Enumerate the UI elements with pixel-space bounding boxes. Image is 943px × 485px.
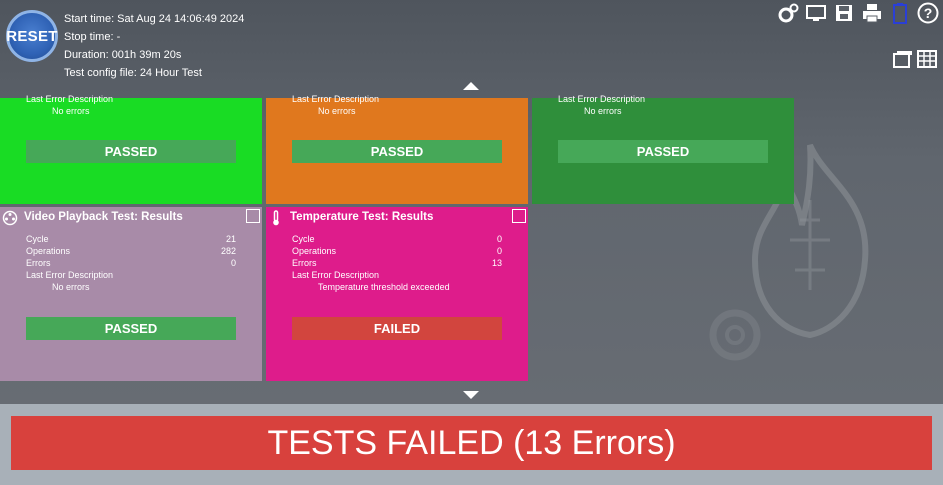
popout-icon[interactable] (512, 209, 526, 223)
battery-icon (889, 2, 911, 24)
window-view-icon[interactable] (893, 50, 913, 73)
footer: TESTS FAILED (13 Errors) (0, 404, 943, 485)
save-icon[interactable] (833, 2, 855, 24)
err-desc-label: Last Error Description (26, 270, 114, 280)
err-desc-label: Last Error Description (26, 94, 114, 104)
help-icon[interactable]: ? (917, 2, 939, 24)
tile-title: Video Playback Test: Results (24, 211, 183, 223)
errors-row: Errors 0 (26, 258, 236, 268)
svg-text:?: ? (924, 5, 933, 21)
err-desc-value: No errors (584, 106, 622, 116)
temperature-tile: Temperature Test: Results Cycle 0 Operati… (266, 207, 528, 381)
err-desc-label: Last Error Description (558, 94, 646, 104)
gear-decoration-icon (709, 309, 761, 361)
start-time: Start time: Sat Aug 24 14:06:49 2024 (64, 13, 245, 25)
errors-row: Errors 13 (292, 258, 502, 268)
status-passed: PASSED (26, 140, 236, 163)
tile-title: Temperature Test: Results (290, 211, 434, 223)
status-passed: PASSED (292, 140, 502, 163)
cycle-row: Cycle 21 (26, 234, 236, 244)
cycle-row: Cycle 0 (292, 234, 502, 244)
scroll-up-arrow[interactable] (463, 82, 479, 90)
scroll-down-arrow[interactable] (463, 391, 479, 399)
err-desc-label: Last Error Description (292, 94, 380, 104)
err-desc-value: No errors (318, 106, 356, 116)
operations-row: Operations 282 (26, 246, 236, 256)
grid-view-icon[interactable] (917, 50, 937, 73)
monitor-icon[interactable] (805, 2, 827, 24)
reset-button[interactable]: RESET (6, 10, 58, 62)
err-desc-value: No errors (52, 106, 90, 116)
stop-time: Stop time: - (64, 31, 121, 43)
tile-top-3: Last Error Description No errors PASSED (532, 94, 794, 204)
print-icon[interactable] (861, 2, 883, 24)
tile-top-1: Last Error Description No errors PASSED (0, 94, 262, 204)
err-desc-value: No errors (52, 282, 90, 292)
status-passed: PASSED (26, 317, 236, 340)
video-playback-tile: Video Playback Test: Results Cycle 21 Ope… (0, 207, 262, 381)
duration: Duration: 001h 39m 20s (64, 49, 182, 61)
err-desc-value: Temperature threshold exceeded (318, 282, 450, 292)
view-tools (893, 50, 937, 73)
tests-failed-banner: TESTS FAILED (13 Errors) (11, 416, 932, 470)
operations-row: Operations 0 (292, 246, 502, 256)
tile-top-2: Last Error Description No errors PASSED (266, 94, 528, 204)
popout-icon[interactable] (246, 209, 260, 223)
thermometer-icon (268, 210, 284, 226)
session-info: Start time: Sat Aug 24 14:06:49 2024 Sto… (64, 10, 244, 82)
settings-icon[interactable] (777, 2, 799, 24)
err-desc-label: Last Error Description (292, 270, 380, 280)
status-passed: PASSED (558, 140, 768, 163)
status-failed: FAILED (292, 317, 502, 340)
film-reel-icon (2, 210, 18, 226)
toolbar: ? (777, 2, 939, 24)
config-file: Test config file: 24 Hour Test (64, 67, 202, 79)
